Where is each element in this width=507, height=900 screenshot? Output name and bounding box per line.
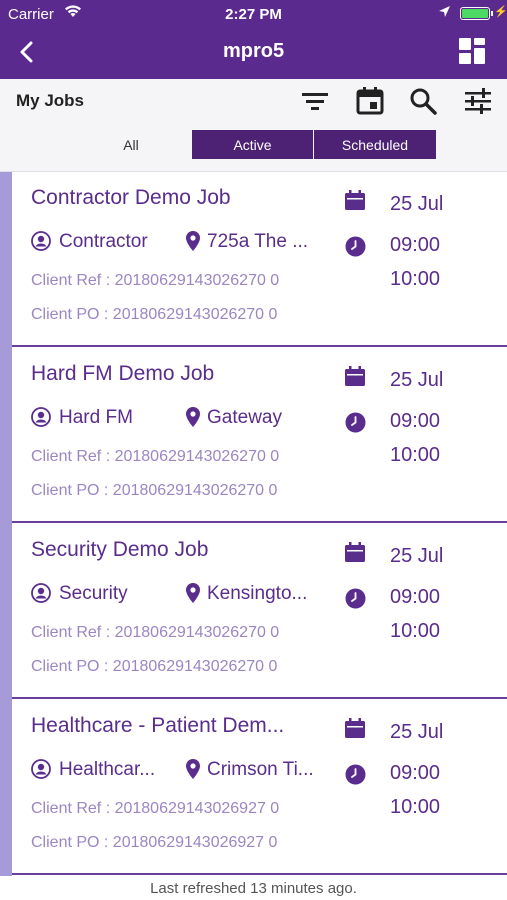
clock-icon [345,764,366,790]
client-ref: Client Ref : 20180629143026270 0 [31,624,280,641]
last-refreshed: Last refreshed 13 minutes ago. [0,876,507,900]
clock-icon [345,412,366,438]
job-category: Hard FM [59,407,133,428]
status-time: 2:27 PM [225,6,282,23]
clock-icon [345,588,366,614]
page-title: mpro5 [222,40,285,62]
client-po: Client PO : 20180629143026270 0 [31,658,278,675]
job-end-time: 10:00 [390,620,441,642]
list-side-strip [0,172,12,876]
job-location: 725a The ... [207,231,309,252]
tab-all[interactable]: All [70,130,192,159]
toolbar-title: My Jobs [16,91,85,110]
client-po: Client PO : 20180629143026927 0 [31,834,278,851]
job-date: 25 Jul [390,721,444,743]
job-category: Healthcar... [59,759,156,780]
calendar-icon[interactable] [354,85,386,117]
client-po: Client PO : 20180629143026270 0 [31,482,278,499]
user-icon [31,583,51,608]
client-po: Client PO : 20180629143026270 0 [31,306,278,323]
tab-active[interactable]: Active [192,130,314,159]
calendar-icon [344,189,366,216]
job-list: Contractor Demo Job Contractor 725a The … [0,172,507,876]
battery-tip [491,11,493,16]
charging-icon: ⚡ [494,6,507,18]
status-bar: Carrier 2:27 PM ⚡ [0,0,507,28]
client-ref: Client Ref : 20180629143026270 0 [31,272,280,289]
location-arrow-icon [438,5,451,22]
job-end-time: 10:00 [390,268,441,290]
job-filter-tabs: All Active Scheduled [70,130,436,159]
calendar-icon [344,541,366,568]
user-icon [31,231,51,256]
job-category: Contractor [59,231,148,252]
battery-icon [460,7,490,20]
user-icon [31,759,51,784]
job-end-time: 10:00 [390,796,441,818]
job-location: Crimson Ti... [207,759,314,780]
tab-scheduled[interactable]: Scheduled [314,130,436,159]
search-icon[interactable] [407,85,439,117]
job-title: Security Demo Job [31,538,209,561]
user-icon [31,407,51,432]
app-header: Carrier 2:27 PM ⚡ mpro5 [0,0,507,79]
job-start-time: 09:00 [390,234,441,256]
job-card[interactable]: Hard FM Demo Job Hard FM Gateway Client … [12,348,507,523]
sliders-icon[interactable] [462,85,494,117]
job-location: Gateway [207,407,282,428]
clock-icon [345,236,366,262]
job-start-time: 09:00 [390,762,441,784]
job-title: Hard FM Demo Job [31,362,215,385]
location-pin-icon [185,406,201,433]
calendar-icon [344,717,366,744]
job-date: 25 Jul [390,369,444,391]
dashboard-grid-icon[interactable] [457,36,487,66]
job-location: Kensingto... [207,583,308,604]
client-ref: Client Ref : 20180629143026927 0 [31,800,280,817]
job-end-time: 10:00 [390,444,441,466]
location-pin-icon [185,230,201,257]
job-card[interactable]: Healthcare - Patient Dem... Healthcar...… [12,700,507,875]
job-date: 25 Jul [390,193,444,215]
job-date: 25 Jul [390,545,444,567]
location-pin-icon [185,582,201,609]
calendar-icon [344,365,366,392]
job-title: Healthcare - Patient Dem... [31,714,285,737]
job-category: Security [59,583,128,604]
job-title: Contractor Demo Job [31,186,231,209]
location-pin-icon [185,758,201,785]
job-start-time: 09:00 [390,586,441,608]
filter-icon[interactable] [299,85,331,117]
job-start-time: 09:00 [390,410,441,432]
job-card[interactable]: Contractor Demo Job Contractor 725a The … [12,172,507,347]
jobs-toolbar: My Jobs All Active Scheduled [0,79,507,172]
job-card[interactable]: Security Demo Job Security Kensingto... … [12,524,507,699]
client-ref: Client Ref : 20180629143026270 0 [31,448,280,465]
